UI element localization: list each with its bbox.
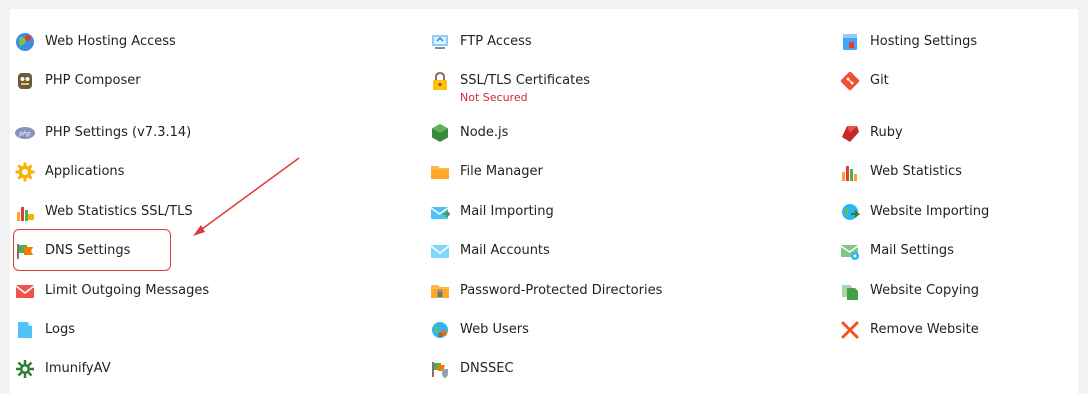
password-protected-directories-link[interactable]: Password-Protected Directories	[430, 281, 662, 301]
web-statistics-ssl-link[interactable]: Web Statistics SSL/TLS	[15, 202, 193, 222]
dns-flag-icon	[15, 241, 35, 261]
ruby-link[interactable]: Ruby	[840, 123, 903, 143]
imunifyav-link[interactable]: ImunifyAV	[15, 359, 111, 379]
website-importing-link[interactable]: Website Importing	[840, 202, 989, 222]
nodejs-hexagon-icon	[430, 123, 450, 143]
gear-icon	[15, 162, 35, 182]
remove-x-icon	[840, 320, 860, 340]
logs-link[interactable]: Logs	[15, 320, 75, 340]
document-icon	[15, 320, 35, 340]
dnssec-link[interactable]: DNSSEC	[430, 359, 514, 379]
svg-text:php: php	[18, 131, 31, 138]
web-hosting-access-link[interactable]: Web Hosting Access	[15, 32, 176, 52]
limit-outgoing-messages-link[interactable]: Limit Outgoing Messages	[15, 281, 209, 301]
folder-lock-icon	[430, 281, 450, 301]
php-icon: php	[15, 123, 35, 143]
dnssec-shield-icon	[430, 359, 450, 379]
folder-icon	[430, 162, 450, 182]
composer-icon	[15, 71, 35, 91]
ssl-status-not-secured: Not Secured	[460, 91, 528, 104]
ruby-icon	[840, 123, 860, 143]
git-icon	[840, 71, 860, 91]
mail-settings-icon	[840, 241, 860, 261]
nodejs-link[interactable]: Node.js	[430, 123, 508, 143]
ftp-monitor-icon	[430, 32, 450, 52]
shield-virus-icon	[15, 359, 35, 379]
server-icon	[840, 32, 860, 52]
php-settings-link[interactable]: php PHP Settings (v7.3.14)	[15, 123, 191, 143]
website-copying-link[interactable]: Website Copying	[840, 281, 979, 301]
git-link[interactable]: Git	[840, 71, 889, 91]
applications-link[interactable]: Applications	[15, 162, 124, 182]
web-statistics-link[interactable]: Web Statistics	[840, 162, 962, 182]
mail-import-icon	[430, 202, 450, 222]
php-composer-link[interactable]: PHP Composer	[15, 71, 141, 91]
remove-website-link[interactable]: Remove Website	[840, 320, 979, 340]
padlock-icon	[430, 71, 450, 91]
mail-importing-link[interactable]: Mail Importing	[430, 202, 554, 222]
globe-user-icon	[15, 32, 35, 52]
ssl-tls-certificates-link[interactable]: SSL/TLS Certificates Not Secured	[430, 71, 590, 105]
web-users-link[interactable]: Web Users	[430, 320, 529, 340]
mail-accounts-link[interactable]: Mail Accounts	[430, 241, 550, 261]
globe-import-icon	[840, 202, 860, 222]
stats-lock-icon	[15, 202, 35, 222]
globe-users-icon	[430, 320, 450, 340]
file-manager-link[interactable]: File Manager	[430, 162, 543, 182]
ftp-access-link[interactable]: FTP Access	[430, 32, 532, 52]
bar-chart-icon	[840, 162, 860, 182]
envelope-icon	[430, 241, 450, 261]
mail-settings-link[interactable]: Mail Settings	[840, 241, 954, 261]
envelope-red-icon	[15, 281, 35, 301]
copy-icon	[840, 281, 860, 301]
hosting-settings-link[interactable]: Hosting Settings	[840, 32, 977, 52]
dns-settings-link[interactable]: DNS Settings	[15, 241, 130, 261]
